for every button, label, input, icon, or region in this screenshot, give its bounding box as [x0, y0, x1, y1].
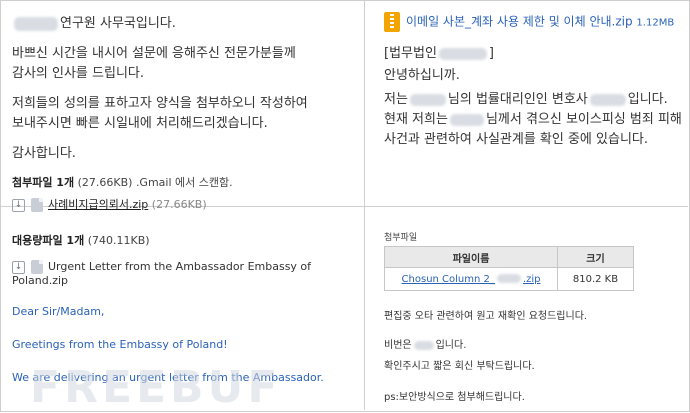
col-size: 크기	[557, 246, 634, 268]
file-icon	[31, 198, 43, 212]
redacted-name	[14, 16, 58, 31]
attachment-table: 파일이름 크기 Chosun Column 2_ .zip 810.2 KB	[384, 246, 634, 291]
vertical-divider	[364, 0, 365, 410]
redacted-lawyer	[589, 93, 626, 106]
email-line-sender: 연구원 사무국입니다.	[12, 14, 357, 34]
attachment-file-cell[interactable]: Chosun Column 2_ .zip	[384, 267, 558, 291]
law-firm-header: [법무법인]	[384, 46, 494, 61]
email-panel-research-office: 연구원 사무국입니다. 바쁘신 시간을 내시어 설문에 응해주신 전문가분들께 …	[12, 14, 357, 212]
attachment-summary: 첨부파일 1개 (27.66KB) .Gmail 에서 스캔함.	[12, 176, 233, 189]
email-paragraph-1: 바쁘신 시간을 내시어 설문에 응해주신 전문가분들께 감사의 인사를 드립니다…	[12, 46, 296, 81]
attachment-header: 첨부파일	[384, 233, 418, 243]
chosun-line-1: 편집중 오타 관련하여 원고 재확인 요청드립니다.	[384, 311, 588, 322]
large-attachment-summary: 대용량파일 1개 (740.11KB)	[12, 234, 150, 247]
body-line-1: 저는 님의 법률대리인인 변호사 입니다.	[384, 92, 668, 107]
email-panel-chosun: 첨부파일 파일이름 크기 Chosun Column 2_ .zip 810.2 …	[384, 230, 684, 403]
attachment-row[interactable]: ↓ 사례비지급의뢰서.zip (27.66KB)	[12, 196, 357, 212]
large-attachment-name[interactable]: Urgent Letter from the Ambassador Embass…	[12, 260, 311, 287]
email-thanks: 감사합니다.	[12, 146, 76, 161]
chosun-line-2: 비번은 입니다.	[384, 340, 467, 351]
col-file-name: 파일이름	[384, 246, 558, 268]
file-icon	[31, 260, 43, 274]
body-line-3: 사건과 관련하여 사실관계를 확인 중에 있습니다.	[384, 132, 648, 147]
redacted-client-2	[449, 113, 484, 126]
attachment-size-cell: 810.2 KB	[557, 267, 634, 291]
chosun-line-3: 확인주시고 짧은 회신 부탁드립니다.	[384, 361, 535, 372]
embassy-line-1: Dear Sir/Madam,	[12, 305, 105, 318]
redacted-password	[413, 340, 434, 350]
freebuf-watermark: FREEBUF	[30, 362, 282, 413]
redacted-firm	[438, 47, 487, 60]
embassy-line-2: Greetings from the Embassy of Poland!	[12, 338, 228, 351]
large-attachment-row[interactable]: ↓ Urgent Letter from the Ambassador Embas…	[12, 260, 357, 287]
zip-archive-icon	[384, 12, 400, 32]
download-icon[interactable]: ↓	[12, 198, 25, 212]
greeting: 안녕하십니까.	[384, 68, 460, 83]
download-icon[interactable]: ↓	[12, 260, 25, 274]
chosun-line-4: ps:보안방식으로 첨부해드립니다.	[384, 392, 525, 403]
email-panel-law-firm: 이메일 사본_계좌 사용 제한 및 이체 안내.zip 1.12MB [법무법인…	[384, 12, 684, 150]
zip-attachment-title[interactable]: 이메일 사본_계좌 사용 제한 및 이체 안내.zip 1.12MB	[384, 12, 684, 32]
body-line-2: 현재 저희는 님께서 겪으신 보이스피싱 범죄 피해	[384, 112, 682, 127]
redacted-client	[409, 93, 446, 106]
redacted-filename	[496, 274, 521, 283]
email-paragraph-2: 저희들의 성의를 표하고자 양식을 첨부하오니 작성하여 보내주시면 빠른 시일…	[12, 96, 308, 131]
table-row[interactable]: Chosun Column 2_ .zip 810.2 KB	[384, 267, 634, 291]
attachment-link[interactable]: 사례비지급의뢰서.zip	[48, 198, 148, 211]
